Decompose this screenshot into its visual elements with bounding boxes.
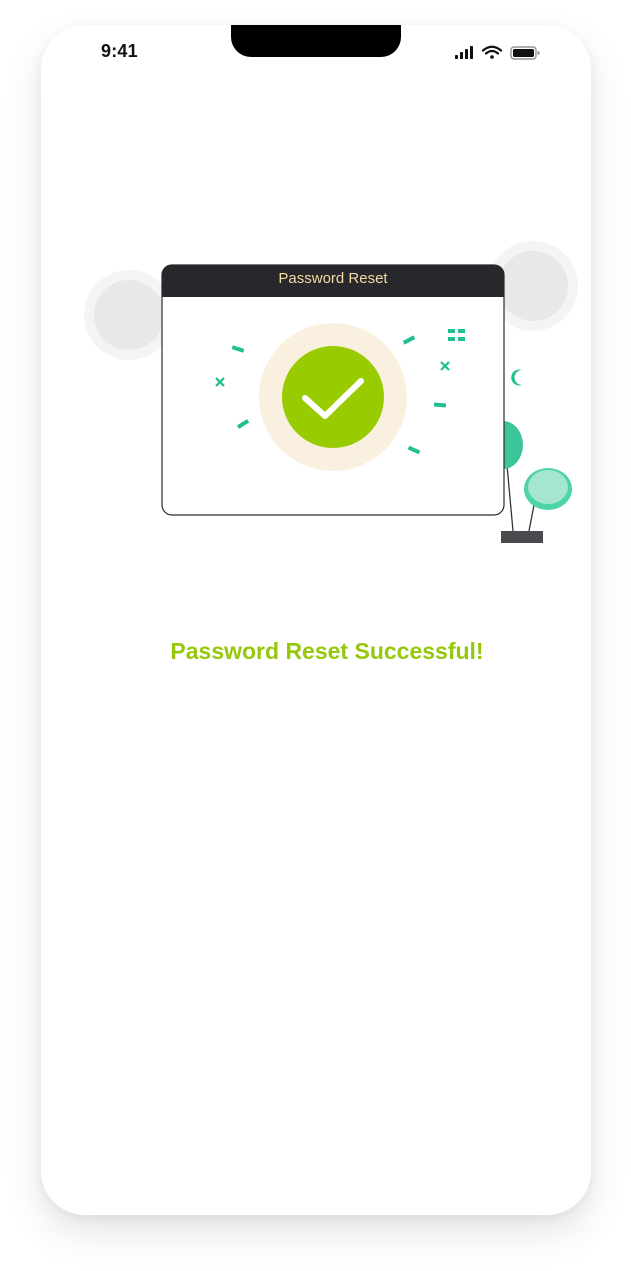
success-message: Password Reset Successful!	[170, 638, 484, 664]
phone-frame: 9:41 Password Reset Password Reset Succe…	[41, 25, 591, 1215]
card-title: Password Reset	[278, 270, 388, 287]
decorative-circle-left	[84, 270, 174, 360]
check-circle-icon	[282, 346, 384, 448]
password-reset-illustration	[84, 241, 578, 543]
screen: 9:41 Password Reset Password Reset Succe…	[0, 0, 631, 1271]
